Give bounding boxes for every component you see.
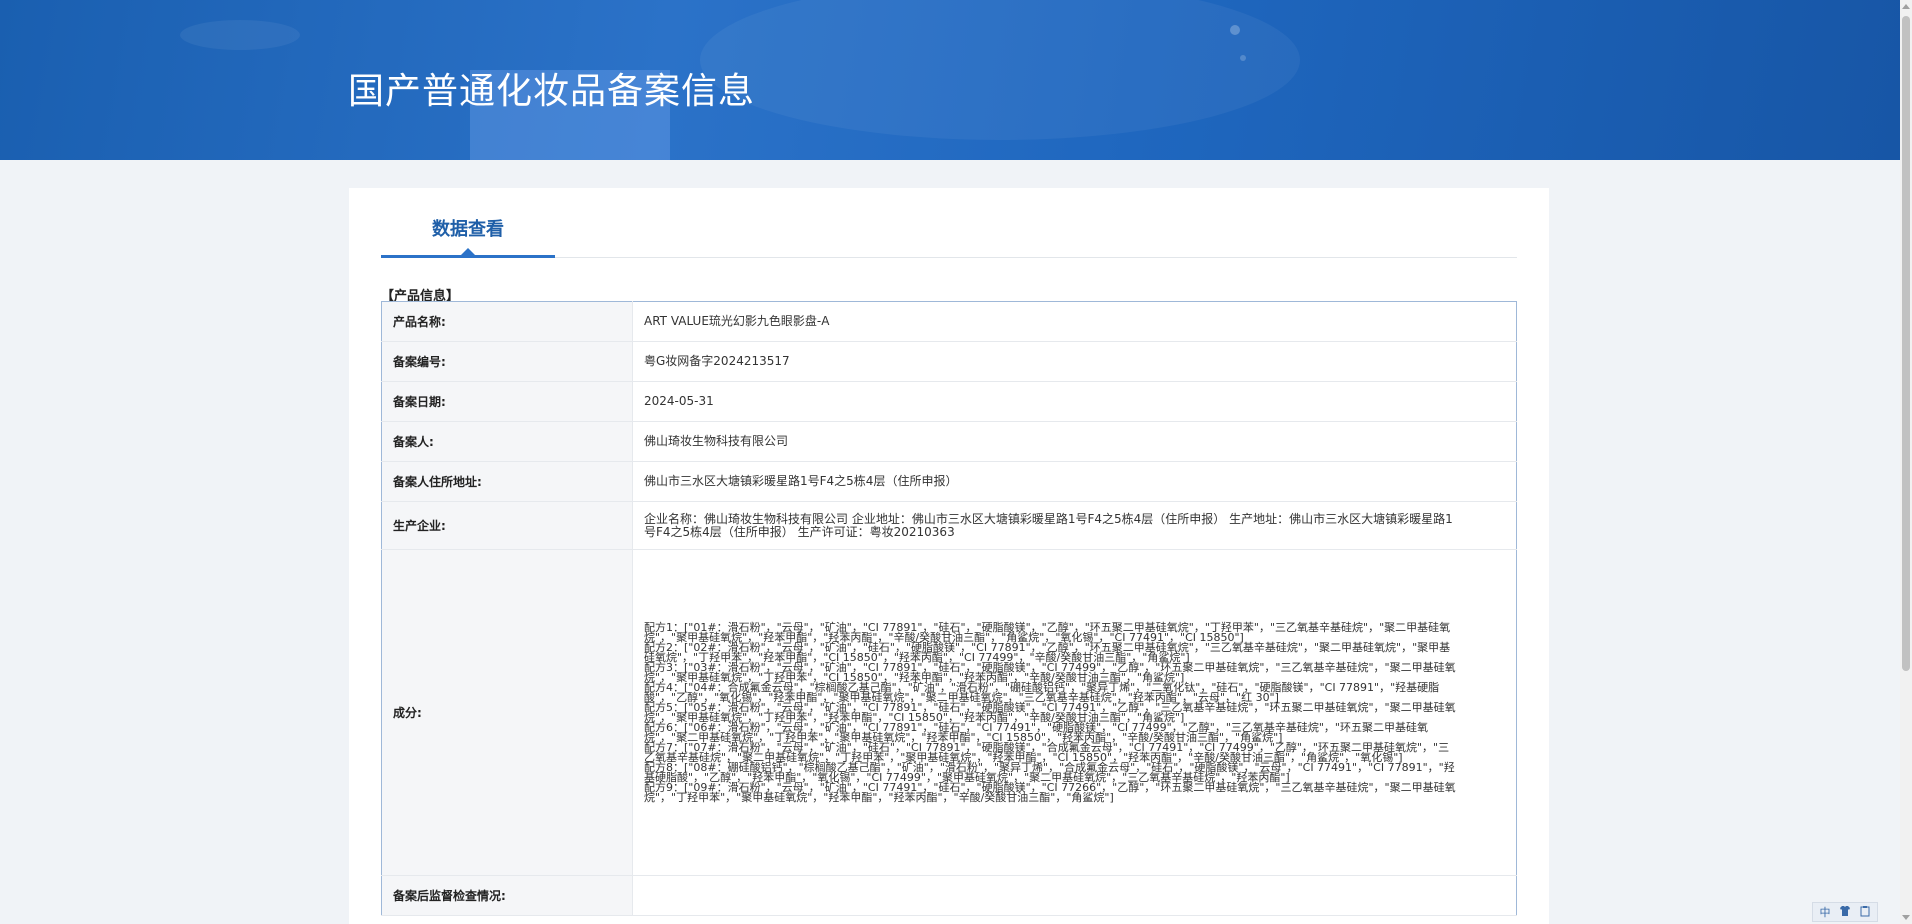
row-value: 佛山市三水区大塘镇彩暖星路1号F4之5栋4层（住所申报） [632,461,1517,502]
row-label: 备案日期: [381,381,633,422]
formula-item: 配方7：["07#：滑石粉"，"云母"，"矿油"，"硅石"，"CI 77891"… [644,740,1450,764]
banner-decoration [1240,55,1246,61]
row-value: 佛山琦妆生物科技有限公司 [632,421,1517,462]
table-row: 备案人住所地址: 佛山市三水区大塘镇彩暖星路1号F4之5栋4层（住所申报） [381,461,1517,502]
banner-decoration [1230,25,1240,35]
table-row: 备案后监督检查情况: [381,875,1517,916]
table-row: 生产企业: 企业名称：佛山琦妆生物科技有限公司 企业地址：佛山市三水区大塘镇彩暖… [381,501,1517,550]
row-value [632,875,1517,916]
row-label: 备案人住所地址: [381,461,633,502]
scroll-down-arrow-icon[interactable] [1902,915,1910,920]
table-row: 成分: 配方1：["01#：滑石粉"，"云母"，"矿油"，"CI 77891"，… [381,549,1517,876]
row-value: ART VALUE琉光幻影九色眼影盘-A [632,301,1517,342]
page-title: 国产普通化妆品备案信息 [348,71,756,112]
formula-item: 配方9：["09#：滑石粉"，"云母"，"矿油"，"CI 77491"，"硅石"… [644,780,1456,804]
table-row: 备案日期: 2024-05-31 [381,381,1517,422]
row-value: 企业名称：佛山琦妆生物科技有限公司 企业地址：佛山市三水区大塘镇彩暖星路1号F4… [632,501,1517,550]
product-info-table: 产品名称: ART VALUE琉光幻影九色眼影盘-A 备案编号: 粤G妆网备字2… [381,301,1517,916]
clipboard-icon[interactable] [1857,905,1873,920]
row-label: 备案后监督检查情况: [381,875,633,916]
formula-item: 配方3：["03#：滑石粉"，"云母"，"矿油"，"CI 77891"，"硅石"… [644,660,1456,684]
row-value: 粤G妆网备字2024213517 [632,341,1517,382]
formula-item: 配方6：["06#：滑石粉"，"云母"，"矿油"，"CI 77891"，"硅石"… [644,720,1428,744]
scroll-up-arrow-icon[interactable] [1902,4,1910,9]
row-value: 2024-05-31 [632,381,1517,422]
formula-item: 配方2：["02#：滑石粉"，"云母"，"矿油"，"硅石"，"硬脂酸镁"，"CI… [644,640,1451,664]
formula-item: 配方8：["08#：硼硅酸铝钙"，"棕榈酸乙基己酯"，"矿油"，"滑石粉"，"聚… [644,760,1455,784]
table-row: 备案人: 佛山琦妆生物科技有限公司 [381,421,1517,462]
table-row: 备案编号: 粤G妆网备字2024213517 [381,341,1517,382]
content-card: 数据查看 【产品信息】 产品名称: ART VALUE琉光幻影九色眼影盘-A 备… [349,188,1549,924]
row-label: 生产企业: [381,501,633,550]
header-banner: 国产普通化妆品备案信息 [0,0,1900,160]
shirt-icon[interactable] [1837,905,1853,920]
row-label: 成分: [381,549,633,876]
banner-decoration [180,20,300,50]
tab-label: 数据查看 [432,219,504,240]
vertical-scrollbar[interactable] [1900,0,1912,924]
formula-item: 配方4：["04#：合成氟金云母"，"棕榈酸乙基己酯"，"矿油"，"滑石粉"，"… [644,680,1440,704]
tab-bar: 数据查看 [381,188,1517,258]
active-tab-caret-icon [461,248,475,255]
banner-decoration [700,0,1300,140]
tab-data-view[interactable]: 数据查看 [381,188,555,258]
ime-language-toggle[interactable]: 中 [1817,904,1833,920]
scrollbar-thumb[interactable] [1902,16,1910,671]
ingredients-cell: 配方1：["01#：滑石粉"，"云母"，"矿油"，"CI 77891"，"硅石"… [632,549,1517,876]
table-row: 产品名称: ART VALUE琉光幻影九色眼影盘-A [381,301,1517,342]
ime-toolbar: 中 [1812,902,1878,922]
row-label: 产品名称: [381,301,633,342]
row-label: 备案人: [381,421,633,462]
row-label: 备案编号: [381,341,633,382]
formula-item: 配方1：["01#：滑石粉"，"云母"，"矿油"，"CI 77891"，"硅石"… [644,620,1451,644]
formula-item: 配方5：["05#：滑石粉"，"云母"，"矿油"，"CI 77891"，"硅石"… [644,700,1456,724]
